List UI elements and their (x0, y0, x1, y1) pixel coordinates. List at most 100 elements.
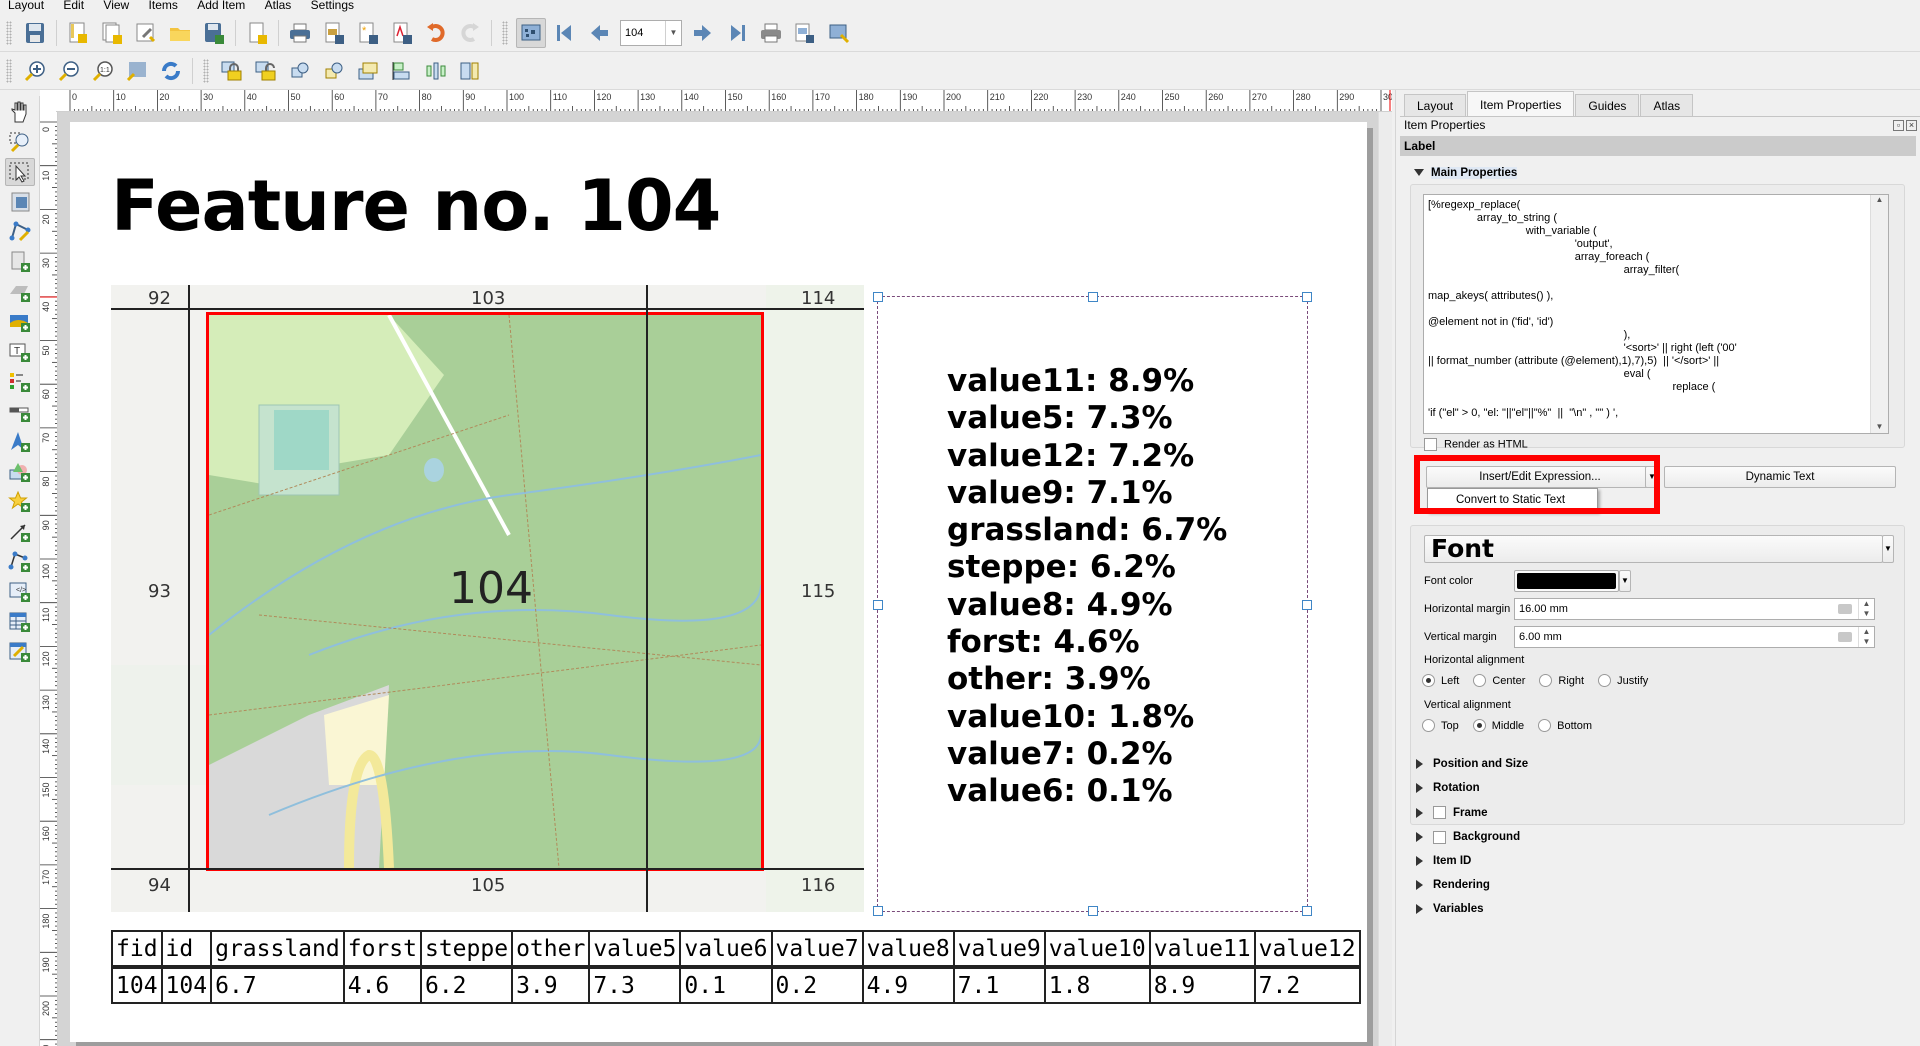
add-marker-icon[interactable] (5, 488, 35, 516)
radio-center[interactable]: Center (1473, 674, 1525, 687)
add-shape-icon[interactable] (5, 458, 35, 486)
add-node-item-icon[interactable] (5, 548, 35, 576)
undo-icon[interactable] (421, 18, 451, 48)
toolbar-grip[interactable] (6, 59, 12, 83)
add-label-icon[interactable]: T (5, 338, 35, 366)
resize-handle[interactable] (873, 906, 883, 916)
move-content-icon[interactable] (5, 188, 35, 216)
clear-icon[interactable] (1838, 632, 1852, 642)
zoom-tool-icon[interactable] (5, 128, 35, 156)
zoom-out-icon[interactable] (54, 56, 84, 86)
atlas-feature-value[interactable]: 104 (621, 27, 665, 39)
tab-layout[interactable]: Layout (1404, 94, 1467, 116)
save-template-icon[interactable] (199, 18, 229, 48)
radio-middle[interactable]: Middle (1472, 719, 1524, 732)
resize-handle[interactable] (873, 600, 883, 610)
menu-add-item[interactable]: Add Item (197, 0, 245, 11)
refresh-icon[interactable] (156, 56, 186, 86)
atlas-settings-icon[interactable] (824, 18, 854, 48)
vertical-margin-value[interactable]: 6.00 mm (1519, 631, 1562, 643)
radio-button-icon[interactable] (1422, 719, 1435, 732)
expand-icon[interactable] (1416, 855, 1423, 866)
radio-bottom[interactable]: Bottom (1538, 719, 1592, 732)
radio-button-icon[interactable] (1598, 674, 1612, 687)
ungroup-items-icon[interactable] (319, 56, 349, 86)
add-map-icon[interactable] (5, 248, 35, 276)
radio-justify[interactable]: Justify (1598, 674, 1648, 687)
print-icon[interactable] (285, 18, 315, 48)
zoom-in-icon[interactable] (20, 56, 50, 86)
resize-handle[interactable] (1088, 906, 1098, 916)
menu-view[interactable]: View (103, 0, 129, 11)
zoom-full-icon[interactable] (122, 56, 152, 86)
redo-icon[interactable] (455, 18, 485, 48)
vertical-margin-input[interactable]: 6.00 mm ▲ ▼ (1514, 626, 1875, 648)
attribute-table-item[interactable]: fid id grassland forst steppe other value5 valu… (111, 930, 1361, 1004)
clear-icon[interactable] (1838, 604, 1852, 614)
expand-icon[interactable] (1416, 832, 1423, 843)
section-rendering[interactable]: Rendering (1416, 879, 1490, 891)
lock-items-icon[interactable] (217, 56, 247, 86)
section-variables[interactable]: Variables (1416, 903, 1484, 915)
radio-top[interactable]: Top (1422, 719, 1459, 732)
add-3d-map-icon[interactable] (5, 278, 35, 306)
canvas-scrollbar[interactable] (1378, 112, 1392, 1046)
expand-icon[interactable] (1416, 759, 1423, 769)
save-icon[interactable] (20, 18, 50, 48)
horizontal-margin-input[interactable]: 16.00 mm ▲ ▼ (1514, 598, 1875, 620)
export-svg-icon[interactable]: * (353, 18, 383, 48)
menu-layout[interactable]: Layout (8, 0, 44, 11)
scroll-down-icon[interactable]: ▼ (1871, 422, 1888, 431)
align-left-icon[interactable] (387, 56, 417, 86)
horizontal-ruler[interactable]: 0 10 20 30 40 50 60 70 80 90 100 110 120 130 140 150 160… (56, 90, 1392, 112)
select-move-icon[interactable] (5, 158, 35, 186)
render-html-checkbox[interactable]: Render as HTML (1424, 438, 1528, 451)
label-expression-textarea[interactable]: [%regexp_replace( array_to_string ( with… (1423, 194, 1889, 434)
radio-button-icon[interactable] (1422, 674, 1435, 687)
section-frame[interactable]: Frame (1416, 806, 1488, 820)
layout-manager-icon[interactable] (131, 18, 161, 48)
font-color-button[interactable] (1514, 570, 1619, 592)
pan-icon[interactable] (5, 98, 35, 126)
last-feature-icon[interactable] (722, 18, 752, 48)
scroll-up-icon[interactable]: ▲ (1871, 195, 1888, 204)
section-checkbox[interactable] (1433, 830, 1446, 844)
resize-icon[interactable] (455, 56, 485, 86)
page-title-label[interactable]: Feature no. 104 (111, 165, 721, 247)
float-panel-icon[interactable]: ▫ (1893, 120, 1904, 131)
new-layout-icon[interactable] (63, 18, 93, 48)
edit-nodes-icon[interactable] (5, 218, 35, 246)
checkbox-icon[interactable] (1424, 438, 1437, 451)
close-panel-icon[interactable]: × (1906, 120, 1917, 131)
layout-page[interactable]: Feature no. 104 92 103 114 93 115 94 105… (70, 122, 1367, 1042)
map-item[interactable]: 92 103 114 93 115 94 105 116 104 (111, 285, 864, 912)
duplicate-layout-icon[interactable] (97, 18, 127, 48)
section-rotation[interactable]: Rotation (1416, 782, 1480, 794)
export-image-icon[interactable] (319, 18, 349, 48)
section-background[interactable]: Background (1416, 830, 1520, 844)
font-color-dropdown[interactable]: ▼ (1619, 570, 1631, 592)
group-items-icon[interactable] (285, 56, 315, 86)
export-atlas-icon[interactable] (790, 18, 820, 48)
chevron-down-icon[interactable]: ▼ (665, 20, 681, 45)
add-fixed-table-icon[interactable] (5, 638, 35, 666)
section-position-and-size[interactable]: Position and Size (1416, 758, 1528, 770)
spinbox-arrows-icon[interactable]: ▲ ▼ (1858, 599, 1874, 619)
add-attribute-table-icon[interactable] (5, 608, 35, 636)
expression-scrollbar[interactable]: ▲ ▼ (1870, 195, 1888, 433)
add-legend-icon[interactable] (5, 368, 35, 396)
tab-atlas[interactable]: Atlas (1640, 94, 1694, 116)
zoom-100-icon[interactable]: 1:1 (88, 56, 118, 86)
font-menu-dropdown[interactable]: ▼ (1882, 535, 1894, 563)
expand-icon[interactable] (1416, 880, 1423, 890)
radio-button-icon[interactable] (1473, 674, 1487, 687)
print-atlas-icon[interactable] (756, 18, 786, 48)
section-checkbox[interactable] (1433, 806, 1446, 820)
next-feature-icon[interactable] (688, 18, 718, 48)
radio-right[interactable]: Right (1539, 674, 1584, 687)
dynamic-text-button[interactable]: Dynamic Text (1664, 466, 1896, 488)
resize-handle[interactable] (1302, 292, 1312, 302)
toolbar-grip[interactable] (502, 20, 508, 45)
tab-guides[interactable]: Guides (1575, 94, 1640, 116)
toolbar-grip[interactable] (6, 20, 12, 45)
